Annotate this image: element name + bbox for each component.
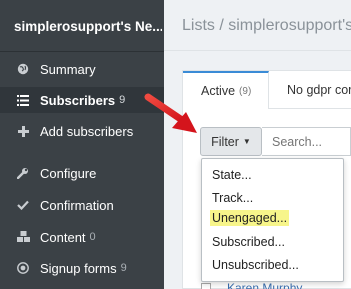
sidebar-item-label: Summary xyxy=(40,61,96,77)
tab-label: Active xyxy=(201,84,236,98)
sidebar-item-content[interactable]: Content 0 xyxy=(0,224,164,250)
cubes-icon xyxy=(16,230,30,244)
breadcrumb[interactable]: Lists / simplerosupport's xyxy=(182,17,351,35)
sidebar-item-label: Signup forms xyxy=(40,260,117,276)
highlighted-option-label: Unengaged... xyxy=(210,210,290,226)
sidebar-divider xyxy=(0,51,164,52)
signup-forms-count: 9 xyxy=(120,262,127,274)
filter-option-track[interactable]: Track... xyxy=(212,191,253,205)
tab-label: No gdpr cor xyxy=(287,83,351,97)
header-divider xyxy=(164,50,351,51)
sidebar-item-label: Confirmation xyxy=(40,197,114,213)
sidebar-item-subscribers[interactable]: Subscribers 9 xyxy=(0,87,164,113)
globe-icon xyxy=(16,62,30,76)
filter-dropdown-menu: State... Track... Unengaged... Subscribe… xyxy=(201,158,344,282)
filter-label: Filter xyxy=(211,134,239,149)
sidebar-item-label: Content xyxy=(40,229,86,245)
subscriber-count: 9 xyxy=(119,94,126,106)
filter-option-subscribed[interactable]: Subscribed... xyxy=(212,235,285,249)
subscriber-name-link[interactable]: Karen Murphy xyxy=(227,281,302,289)
tab-no-gdpr[interactable]: No gdpr cor xyxy=(269,71,351,109)
sidebar-title[interactable]: simplerosupport's Ne... xyxy=(14,19,162,34)
filter-button[interactable]: Filter ▼ xyxy=(200,127,262,156)
tabs-divider xyxy=(269,108,351,109)
row-checkbox[interactable] xyxy=(201,283,211,289)
content-count: 0 xyxy=(89,231,96,243)
sidebar-item-signup-forms[interactable]: Signup forms 9 xyxy=(0,255,164,281)
plus-icon xyxy=(16,124,30,138)
sidebar-item-summary[interactable]: Summary xyxy=(0,56,164,82)
sidebar-item-label: Add subscribers xyxy=(40,123,134,139)
sidebar: simplerosupport's Ne... Summary Subscrib… xyxy=(0,0,164,289)
sidebar-item-configure[interactable]: Configure xyxy=(0,160,164,186)
target-icon xyxy=(16,261,30,275)
tab-count: (9) xyxy=(239,85,252,97)
check-icon xyxy=(16,198,30,212)
tab-active[interactable]: Active (9) xyxy=(183,71,269,109)
search-input[interactable] xyxy=(262,127,351,156)
filter-option-unengaged[interactable]: Unengaged... xyxy=(210,210,290,226)
list-icon xyxy=(16,93,30,107)
sidebar-item-confirmation[interactable]: Confirmation xyxy=(0,192,164,218)
filter-option-unsubscribed[interactable]: Unsubscribed... xyxy=(212,258,299,272)
wrench-icon xyxy=(16,166,30,180)
sidebar-item-label: Subscribers xyxy=(40,92,116,108)
sidebar-item-label: Configure xyxy=(40,165,97,181)
caret-down-icon: ▼ xyxy=(242,137,251,146)
sidebar-item-add-subscribers[interactable]: Add subscribers xyxy=(0,118,164,144)
filter-option-state[interactable]: State... xyxy=(212,168,252,182)
